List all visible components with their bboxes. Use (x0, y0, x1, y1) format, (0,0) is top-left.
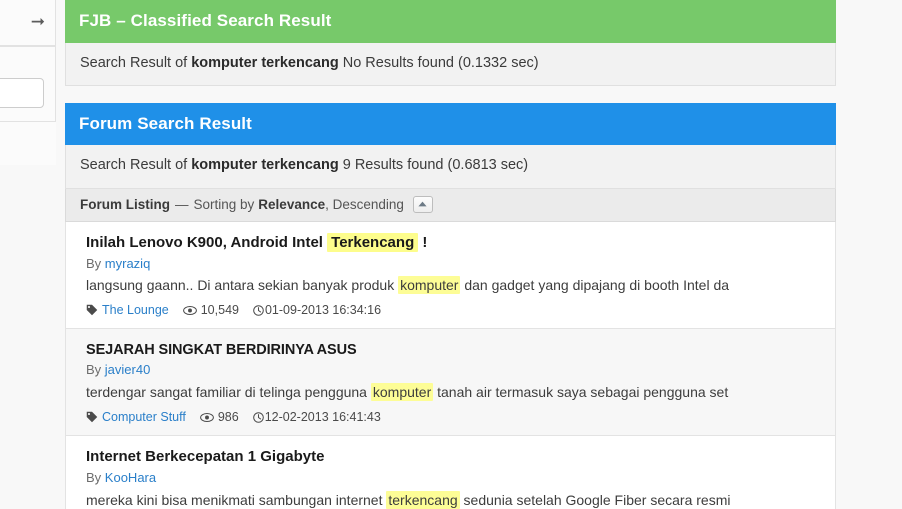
result-forum-text[interactable]: The Lounge (102, 302, 169, 318)
fjb-panel-summary: Search Result of komputer terkencang No … (65, 42, 836, 86)
search-input[interactable] (0, 78, 44, 108)
sidebar-actions: ch (0, 134, 56, 165)
clock-icon (252, 411, 264, 423)
result-title-link[interactable]: SEJARAH SINGKAT BERDIRINYA ASUS (86, 342, 357, 358)
result-title[interactable]: SEJARAH SINGKAT BERDIRINYA ASUS (86, 341, 821, 359)
listing-sort-order: , Descending (325, 196, 404, 212)
result-row[interactable]: Inilah Lenovo K900, Android Intel Terken… (65, 221, 836, 330)
fjb-panel: FJB – Classified Search Result Search Re… (65, 0, 836, 86)
fjb-panel-title: FJB – Classified Search Result (65, 0, 836, 43)
result-author-line: By KooHara (86, 469, 157, 485)
result-views: 986 (199, 409, 239, 425)
result-date: 12-02-2013 16:41:43 (252, 409, 381, 425)
sidebar-top-bar: ➞ (0, 0, 56, 46)
fjb-summary-query: komputer terkencang (191, 54, 339, 71)
result-snippet: langsung gaann.. Di antara sekian banyak… (86, 276, 730, 295)
result-views: 10,549 (182, 302, 239, 318)
search-sidebar: ➞ ORD ch (0, 0, 56, 166)
result-title[interactable]: Inilah Lenovo K900, Android Intel Terken… (86, 232, 821, 253)
result-date-text: 12-02-2013 16:41:43 (264, 409, 381, 424)
result-meta: Computer Stuff 986 12-02-2013 16:41:43 (86, 409, 821, 425)
tag-icon (86, 411, 98, 423)
result-views-text: 10,549 (200, 303, 239, 318)
panel-gap (65, 86, 836, 103)
forum-summary-query: komputer terkencang (191, 157, 339, 174)
forum-panel: Forum Search Result Search Result of kom… (65, 102, 836, 509)
keyword-field-group: ORD (0, 46, 56, 122)
forum-summary-prefix: Search Result of (80, 157, 188, 174)
title-highlight: Terkencang (327, 232, 419, 252)
results-list: Inilah Lenovo K900, Android Intel Terken… (65, 221, 836, 509)
tag-icon (86, 304, 98, 316)
eye-icon (182, 305, 197, 316)
page-root: ➞ ORD ch FJB – Classified Search Result … (0, 0, 902, 509)
listing-sort-field[interactable]: Relevance (258, 197, 325, 212)
result-title-link[interactable]: Internet Berkecepatan 1 Gigabyte (86, 448, 324, 465)
forum-panel-title: Forum Search Result (65, 102, 836, 146)
listing-sorting-text: Sorting by (193, 196, 255, 212)
result-author-line: By myraziq (86, 255, 151, 271)
result-row[interactable]: SEJARAH SINGKAT BERDIRINYA ASUS By javier… (65, 329, 836, 437)
chevron-up-icon[interactable] (412, 195, 433, 213)
fjb-summary-prefix: Search Result of (80, 54, 188, 71)
author-link[interactable]: myraziq (105, 256, 151, 271)
author-link[interactable]: KooHara (105, 470, 156, 485)
forum-summary-suffix: 9 Results found (0.6813 sec) (342, 157, 529, 174)
result-forum[interactable]: Computer Stuff (86, 409, 186, 425)
result-views-text: 986 (217, 409, 239, 424)
forum-panel-summary: Search Result of komputer terkencang 9 R… (65, 145, 836, 189)
result-snippet: terdengar sangat familiar di telinga pen… (86, 383, 729, 402)
listing-dash: — (175, 196, 189, 212)
result-title-link[interactable]: Inilah Lenovo K900, Android Intel Terken… (86, 232, 427, 252)
result-meta: The Lounge 10,549 01-09-2013 16:34:16 (86, 302, 821, 318)
result-title[interactable]: Internet Berkecepatan 1 Gigabyte (86, 448, 821, 467)
forum-listing-bar: Forum Listing — Sorting by Relevance , D… (65, 188, 836, 222)
result-date: 01-09-2013 16:34:16 (253, 302, 381, 318)
fjb-summary-suffix: No Results found (0.1332 sec) (342, 54, 539, 71)
forum-listing-label: Forum Listing (80, 196, 170, 212)
snippet-highlight: komputer (370, 383, 434, 402)
result-forum-text[interactable]: Computer Stuff (102, 409, 186, 425)
result-author-line: By javier40 (86, 362, 151, 378)
result-snippet: mereka kini bisa menikmati sambungan int… (86, 490, 731, 509)
result-row[interactable]: Internet Berkecepatan 1 Gigabyte By KooHa… (65, 436, 836, 509)
keyword-label: ORD (0, 57, 55, 69)
clock-icon (253, 304, 264, 316)
search-results-column: FJB – Classified Search Result Search Re… (65, 0, 836, 509)
result-date-text: 01-09-2013 16:34:16 (264, 303, 382, 318)
eye-icon (199, 412, 214, 423)
snippet-highlight: terkencang (386, 490, 460, 509)
arrow-right-icon[interactable]: ➞ (31, 13, 45, 30)
result-forum[interactable]: The Lounge (86, 302, 169, 318)
snippet-highlight: komputer (398, 276, 461, 295)
author-link[interactable]: javier40 (105, 362, 151, 377)
